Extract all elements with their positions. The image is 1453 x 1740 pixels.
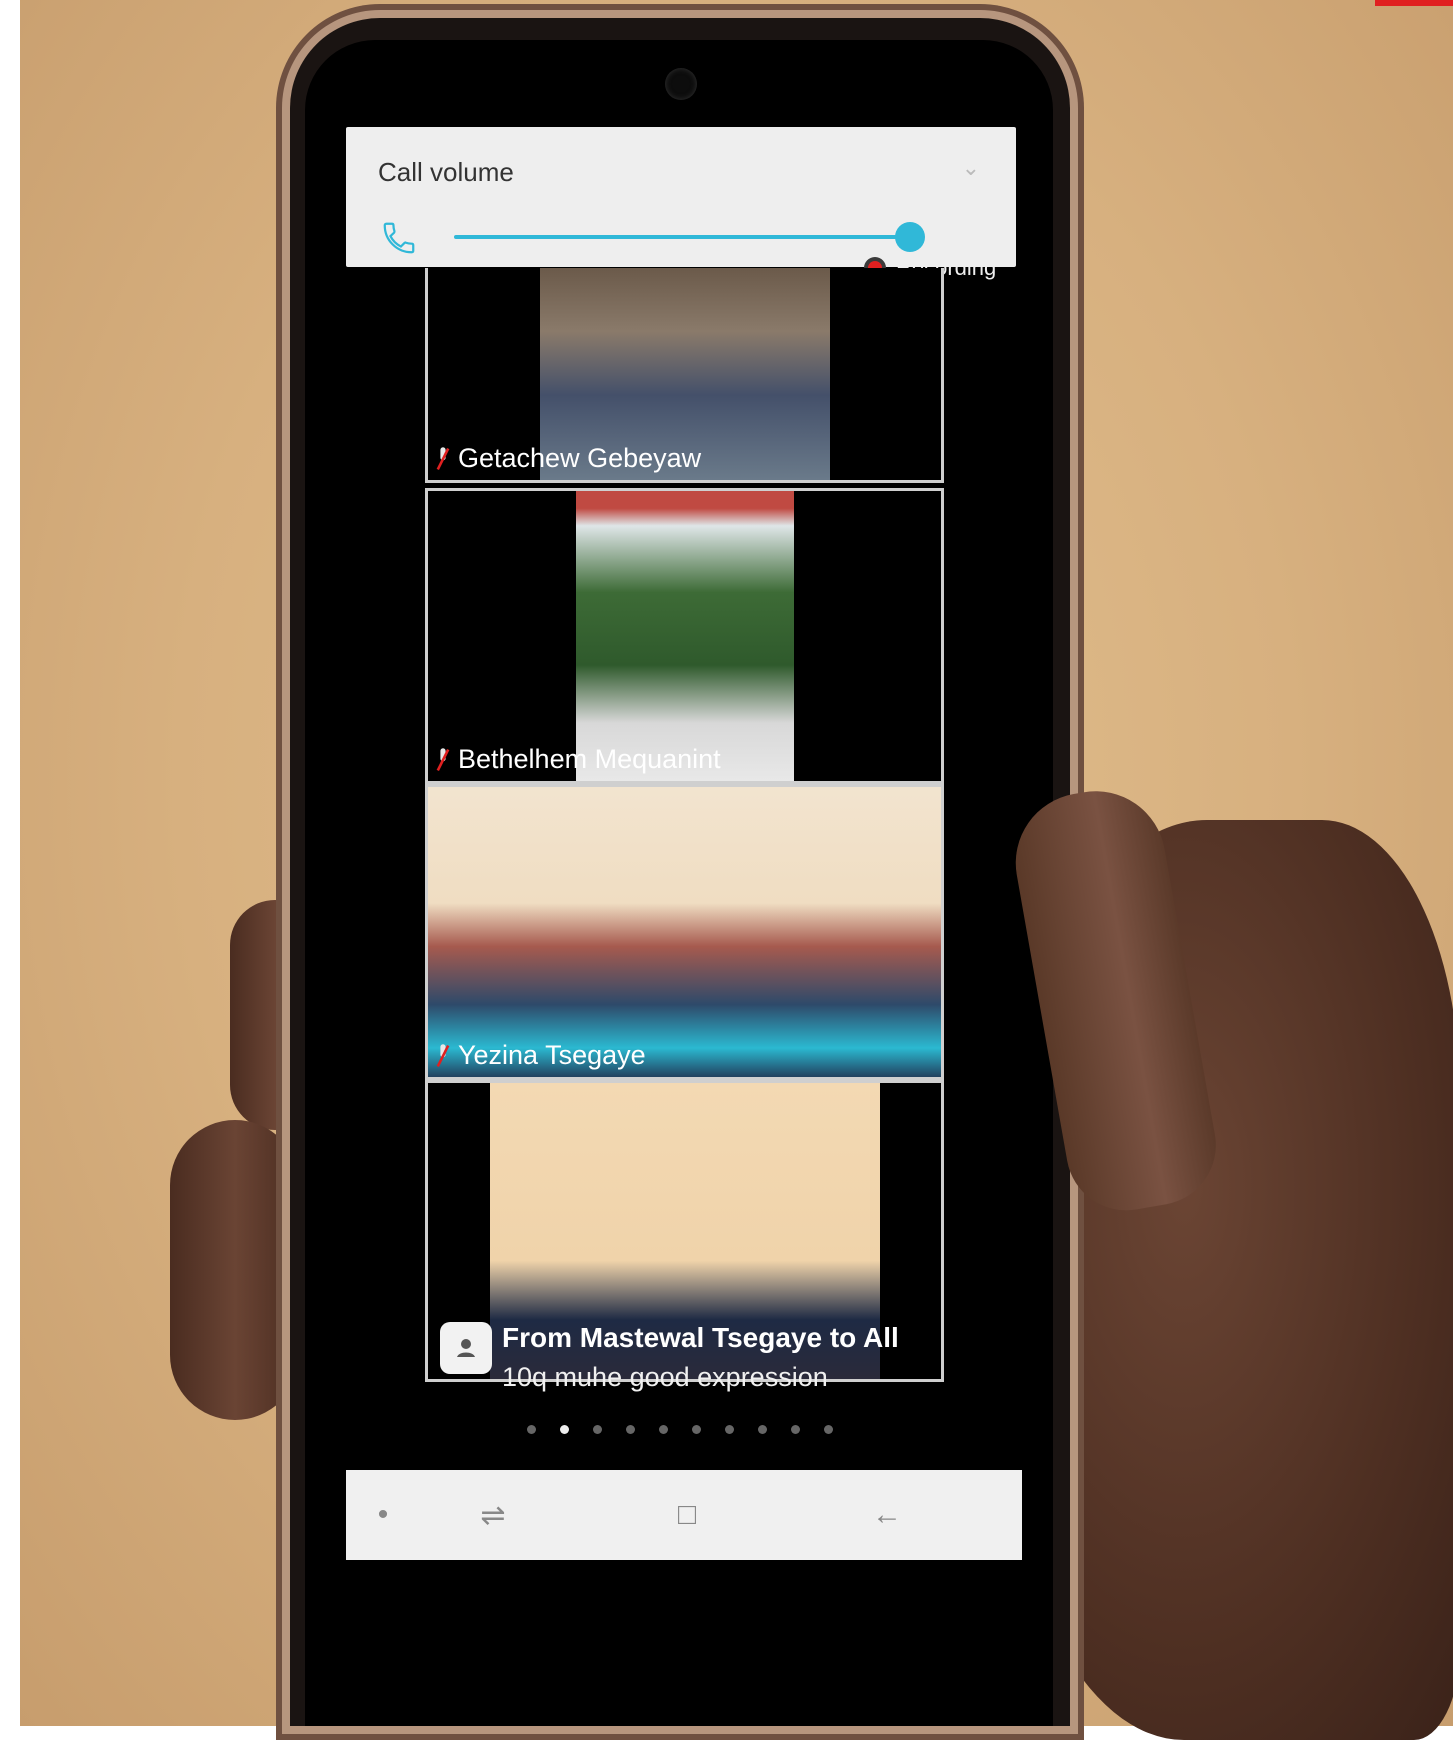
phone-icon bbox=[383, 222, 415, 254]
page-dot[interactable] bbox=[560, 1425, 569, 1434]
chevron-down-icon[interactable]: ⌄ bbox=[962, 155, 980, 181]
participant-video bbox=[576, 491, 794, 781]
participant-tile[interactable]: Getachew Gebeyaw bbox=[425, 268, 944, 483]
recent-apps-icon[interactable]: ⇌ bbox=[468, 1490, 518, 1540]
volume-slider-thumb[interactable] bbox=[894, 222, 925, 252]
page-indicator bbox=[527, 1425, 833, 1434]
system-nav-bar: • ⇌ □ ← bbox=[346, 1470, 1022, 1560]
muted-mic-icon bbox=[436, 446, 450, 470]
participant-name-label: Bethelhem Mequanint bbox=[436, 744, 721, 775]
finger bbox=[170, 1120, 300, 1420]
participant-name: Bethelhem Mequanint bbox=[458, 744, 721, 774]
participant-name-label: Getachew Gebeyaw bbox=[436, 443, 701, 474]
page-dot[interactable] bbox=[758, 1425, 767, 1434]
home-icon[interactable]: □ bbox=[662, 1490, 712, 1540]
participant-name: Getachew Gebeyaw bbox=[458, 443, 702, 473]
dot-icon[interactable]: • bbox=[358, 1490, 408, 1540]
page-dot[interactable] bbox=[725, 1425, 734, 1434]
avatar-icon bbox=[440, 1322, 492, 1374]
page-dot[interactable] bbox=[791, 1425, 800, 1434]
page-dot[interactable] bbox=[824, 1425, 833, 1434]
volume-slider-track[interactable] bbox=[454, 235, 924, 239]
page-dot[interactable] bbox=[626, 1425, 635, 1434]
page-dot[interactable] bbox=[527, 1425, 536, 1434]
call-volume-panel: Call volume ⌄ bbox=[346, 127, 1016, 267]
chat-sender: From Mastewal Tsegaye to All bbox=[502, 1322, 899, 1353]
chat-message: 10q muhe good expression bbox=[502, 1362, 828, 1392]
call-volume-title: Call volume bbox=[378, 157, 514, 187]
participant-tile[interactable]: Yezina Tsegaye bbox=[425, 784, 944, 1080]
participant-name: Yezina Tsegaye bbox=[458, 1040, 646, 1070]
participant-name-label: Yezina Tsegaye bbox=[436, 1040, 646, 1071]
muted-mic-icon bbox=[436, 1043, 450, 1067]
muted-mic-icon bbox=[436, 747, 450, 771]
front-camera bbox=[665, 68, 697, 100]
participant-video bbox=[428, 787, 941, 1077]
page-dot[interactable] bbox=[659, 1425, 668, 1434]
corner-mark bbox=[1375, 0, 1453, 6]
page-dot[interactable] bbox=[593, 1425, 602, 1434]
participant-tile[interactable]: Bethelhem Mequanint bbox=[425, 488, 944, 784]
back-icon[interactable]: ← bbox=[862, 1490, 912, 1540]
page-dot[interactable] bbox=[692, 1425, 701, 1434]
